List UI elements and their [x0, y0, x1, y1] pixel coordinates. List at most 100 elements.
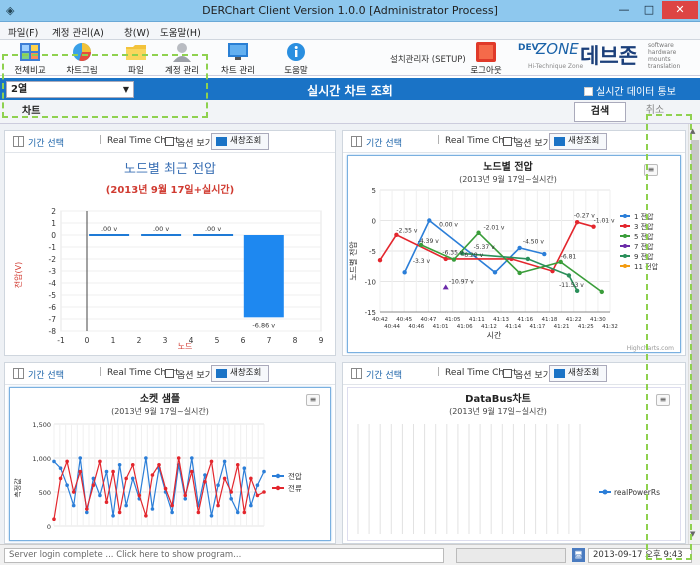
chart-menu-button[interactable]: ≡ — [306, 394, 320, 406]
y-tick-label: -3 — [49, 267, 57, 276]
range-select-link[interactable]: 기간 선택 — [366, 368, 402, 381]
y-tick-label: -4 — [49, 279, 57, 288]
y-tick-label: 0 — [47, 523, 51, 531]
search-button[interactable]: 검색 — [574, 102, 626, 122]
vertical-scrollbar[interactable]: ▲ ▼ — [688, 124, 700, 544]
checkbox-icon — [584, 87, 593, 96]
point-annotation: -3.3 v — [413, 258, 431, 265]
logo-korean: 데브존 — [580, 44, 638, 68]
x-tick-label: 2 — [137, 336, 142, 345]
y-tick-label: 2 — [51, 207, 56, 216]
series-point — [222, 476, 227, 481]
range-select-link[interactable]: 기간 선택 — [28, 368, 64, 381]
minimize-button[interactable]: — — [612, 1, 636, 19]
legend-entry: 1 전압 — [634, 212, 654, 221]
series-point — [599, 289, 604, 295]
series-point — [229, 490, 233, 494]
tool-chart-button[interactable]: 차트그림 — [56, 42, 108, 76]
range-icon[interactable] — [351, 368, 362, 379]
chart-menu-button[interactable]: ≡ — [644, 164, 658, 176]
chart-frame: DataBus차트 (2013년 9월 17일~실시간) realPowerRs… — [347, 387, 681, 541]
tool-file-button[interactable]: 파일 — [110, 42, 162, 76]
series-point — [427, 218, 432, 223]
range-select-link[interactable]: 기간 선택 — [28, 136, 64, 149]
series-point — [209, 514, 214, 518]
y-tick-label: 500 — [39, 489, 51, 497]
legend-marker — [623, 214, 627, 218]
scroll-thumb[interactable] — [691, 140, 699, 520]
x-tick-label: 7 — [267, 336, 272, 345]
series-point — [183, 497, 188, 501]
realtime-notify-checkbox[interactable]: 실시간 데이터 통보 — [584, 83, 676, 98]
new-window-label: 새창조회 — [568, 368, 600, 378]
y-tick-label: -10 — [365, 279, 376, 287]
point-annotation: -4.50 v — [523, 239, 544, 246]
legend-entry: 3 전압 — [634, 222, 654, 231]
range-icon[interactable] — [13, 368, 24, 379]
menu-bar: 파일(F) 계정 관리(A) 창(W) 도움말(H) — [0, 22, 700, 40]
scroll-up-icon[interactable]: ▲ — [690, 127, 695, 135]
chart-menu-button[interactable]: ≡ — [656, 394, 670, 406]
tool-compare-button[interactable]: 전체비교 — [4, 42, 56, 76]
tab-chart[interactable]: 차트 — [8, 103, 52, 121]
setup-label[interactable]: 설치관리자 (SETUP) — [390, 53, 466, 65]
socket-sample-chart: 소켓 샘플 (2013년 9월 17일~실시간) 1,5001,0005000 … — [13, 392, 302, 531]
y-tick-label: -5 — [49, 291, 57, 300]
series-point — [65, 483, 69, 487]
x-tick-label: 40:45 — [396, 317, 412, 323]
x-tick-label: 41:12 — [481, 324, 497, 330]
x-tick-label: 6 — [241, 336, 246, 345]
option-checkbox[interactable] — [165, 369, 174, 378]
series-point — [255, 493, 260, 498]
series-point — [137, 493, 142, 498]
new-window-button[interactable]: 새창조회 — [211, 365, 269, 382]
chart-title: 노드별 최근 전압 — [124, 162, 216, 177]
new-window-button[interactable]: 새창조회 — [549, 133, 607, 150]
menu-help[interactable]: 도움말(H) — [160, 25, 201, 39]
tool-label: 계정 관리 — [165, 66, 199, 76]
panel-toolbar: 기간 선택 | Real Time Chart 옵션 보기 새창조회 — [5, 363, 335, 385]
window-title: DERChart Client Version 1.0.0 [Administr… — [202, 4, 498, 17]
menu-account[interactable]: 계정 관리(A) — [52, 25, 104, 39]
x-tick-label: -1 — [57, 336, 65, 345]
chart-subtitle: (2013년 9월 17일~실시간) — [459, 174, 557, 184]
option-checkbox[interactable] — [503, 137, 512, 146]
series-point — [442, 284, 449, 290]
maximize-button[interactable]: □ — [637, 1, 661, 19]
scroll-down-icon[interactable]: ▼ — [690, 530, 695, 538]
menu-file[interactable]: 파일(F) — [8, 25, 38, 39]
y-tick-label: -2 — [49, 255, 57, 264]
tool-chart-manage-button[interactable]: 차트 관리 — [212, 42, 264, 76]
window-icon — [216, 137, 227, 146]
x-tick-label: 40:47 — [420, 317, 436, 323]
range-icon[interactable] — [351, 136, 362, 147]
status-message[interactable]: Server login complete ... Click here to … — [4, 548, 444, 563]
series-point — [235, 510, 240, 515]
chart-subtitle: (2013년 9월 17일~실시간) — [449, 406, 547, 416]
range-icon[interactable] — [13, 136, 24, 147]
point-annotation: -6.35 v — [442, 250, 463, 257]
close-button[interactable]: ✕ — [662, 1, 698, 19]
new-window-button[interactable]: 새창조회 — [211, 133, 269, 150]
logo-tagline: software hardware mounts translation — [648, 42, 681, 70]
menu-window[interactable]: 창(W) — [124, 25, 150, 39]
tool-label: 파일 — [128, 66, 144, 76]
series-point — [216, 483, 220, 487]
new-window-button[interactable]: 새창조회 — [549, 365, 607, 382]
series-point — [170, 510, 174, 515]
legend-marker — [623, 234, 627, 238]
point-annotation: -5.37 v — [474, 244, 495, 251]
range-select-link[interactable]: 기간 선택 — [366, 136, 402, 149]
series-point — [196, 510, 201, 515]
cancel-button[interactable]: 취소 — [630, 102, 680, 122]
series-point — [222, 459, 227, 464]
option-checkbox[interactable] — [165, 137, 174, 146]
logout-button[interactable]: 로그아웃 — [460, 42, 512, 76]
legend-entry: 7 전압 — [634, 242, 654, 251]
option-checkbox[interactable] — [503, 369, 512, 378]
chart-title: DataBus차트 — [465, 392, 531, 405]
series-point — [176, 456, 181, 460]
series-point — [104, 500, 109, 504]
tool-help-button[interactable]: 도움말 — [270, 42, 322, 76]
tool-account-button[interactable]: 계정 관리 — [156, 42, 208, 76]
